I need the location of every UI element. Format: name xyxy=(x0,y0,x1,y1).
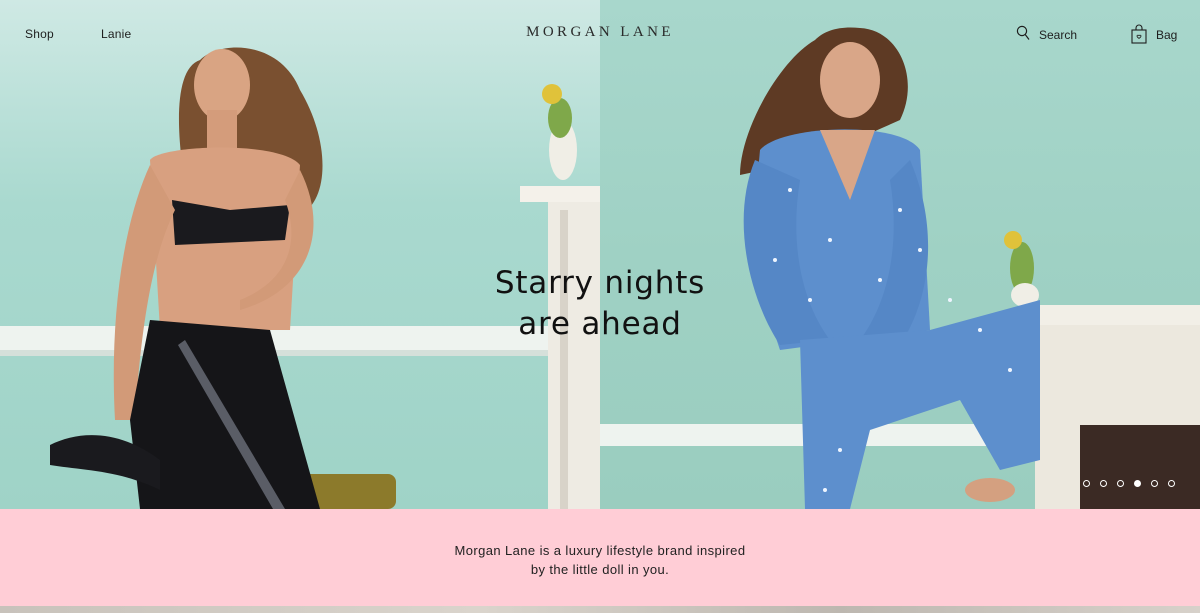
hero-carousel: Starry nights are ahead xyxy=(0,0,1200,509)
hero-headline: Starry nights are ahead xyxy=(0,263,1200,345)
brand-intro-text: Morgan Lane is a luxury lifestyle brand … xyxy=(0,541,1200,579)
carousel-dot-3[interactable] xyxy=(1117,480,1124,487)
carousel-dot-4[interactable] xyxy=(1134,480,1141,487)
carousel-dot-6[interactable] xyxy=(1168,480,1175,487)
carousel-dot-2[interactable] xyxy=(1100,480,1107,487)
carousel-dot-5[interactable] xyxy=(1151,480,1158,487)
hero-headline-line-1: Starry nights xyxy=(494,265,706,301)
next-section-preview xyxy=(0,606,1200,613)
brand-intro-line-2: by the little doll in you. xyxy=(530,562,670,577)
top-navigation: Shop Lanie MORGAN LANE Search Bag xyxy=(0,0,1200,68)
hero-headline-line-2: are ahead xyxy=(518,306,682,342)
brand-intro-line-1: Morgan Lane is a luxury lifestyle brand … xyxy=(454,543,746,558)
hero-image-right xyxy=(600,0,1200,509)
bag-icon xyxy=(1131,24,1147,44)
carousel-dot-1[interactable] xyxy=(1083,480,1090,487)
search-icon xyxy=(1016,25,1030,40)
carousel-pagination xyxy=(1083,480,1175,487)
nav-link-shop[interactable]: Shop xyxy=(25,27,54,41)
nav-link-lanie[interactable]: Lanie xyxy=(101,27,131,41)
search-label: Search xyxy=(1039,28,1078,42)
hero-image-left xyxy=(0,0,600,509)
bag-button[interactable]: Bag xyxy=(1131,24,1177,44)
search-button[interactable]: Search xyxy=(1016,24,1077,42)
brand-logo[interactable]: MORGAN LANE xyxy=(526,24,674,40)
brand-intro-band: Morgan Lane is a luxury lifestyle brand … xyxy=(0,509,1200,606)
bag-label: Bag xyxy=(1156,28,1178,42)
